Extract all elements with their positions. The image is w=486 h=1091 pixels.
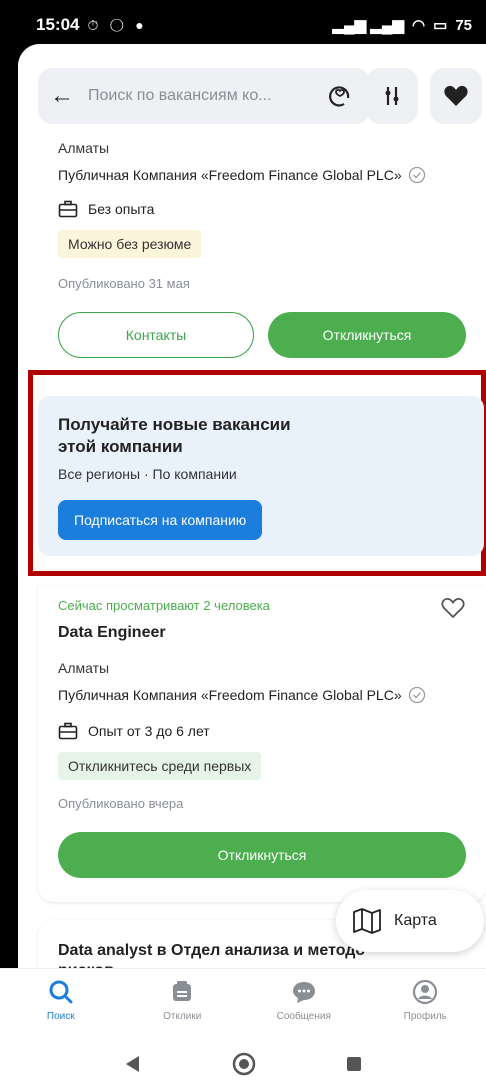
- nav-responses[interactable]: Отклики: [122, 969, 244, 1036]
- search-input[interactable]: Поиск по вакансиям ко...: [88, 87, 322, 105]
- search-bar[interactable]: ← Поиск по вакансиям ко...: [38, 68, 370, 124]
- card2-respond-button[interactable]: Откликнуться: [58, 832, 466, 878]
- card2-experience: Опыт от 3 до 6 лет: [58, 722, 210, 740]
- responses-icon: [173, 981, 192, 1001]
- filter-icon: [385, 87, 399, 105]
- subscribe-button[interactable]: Подписаться на компанию: [58, 500, 263, 540]
- card2-city: Алматы: [58, 660, 110, 676]
- messages-icon: [292, 982, 315, 1003]
- viewing-count: Сейчас просматривают 2 человека: [58, 598, 270, 613]
- battery-level: 75: [455, 16, 472, 34]
- favorite-heart-icon[interactable]: [440, 596, 466, 625]
- status-time: 15:04: [36, 15, 80, 34]
- bottom-nav: Поиск Отклики Сообщения Профиль: [0, 968, 486, 1036]
- nav-profile-label: Профиль: [403, 1011, 447, 1022]
- card1-city: Алматы: [58, 140, 110, 156]
- search-icon: [49, 980, 73, 1004]
- card2-company-name: Публичная Компания «Freedom Finance Glob…: [58, 687, 402, 703]
- subscribe-promo: Получайте новые вакансии этой компании В…: [38, 396, 484, 556]
- nav-profile[interactable]: Профиль: [365, 969, 486, 1036]
- promo-subtitle: Все регионы · По компании: [58, 466, 237, 482]
- briefcase-icon: [58, 200, 78, 218]
- back-arrow-icon[interactable]: ←: [50, 82, 80, 110]
- system-back-icon[interactable]: [123, 1054, 143, 1074]
- top-bar: ← Поиск по вакансиям ко...: [18, 44, 486, 136]
- card2-title[interactable]: Data Engineer: [58, 624, 166, 642]
- briefcase-icon: [58, 722, 78, 740]
- card1-experience-text: Без опыта: [88, 201, 155, 217]
- profile-icon: [413, 979, 438, 1005]
- system-recents-icon[interactable]: [345, 1055, 363, 1073]
- map-button[interactable]: Карта: [336, 890, 484, 952]
- card2-published: Опубликовано вчера: [58, 796, 184, 811]
- card1-experience: Без опыта: [58, 200, 154, 218]
- card1-respond-button[interactable]: Откликнуться: [268, 312, 466, 358]
- card3-title-line1[interactable]: Data analyst в Отдел анализа и методо: [58, 942, 365, 960]
- system-home-icon[interactable]: [231, 1051, 257, 1077]
- wifi-icon: ◠: [412, 17, 426, 34]
- promo-title: Получайте новые вакансии этой компании: [58, 414, 291, 458]
- save-search-icon[interactable]: [322, 78, 358, 114]
- promo-title-line2: этой компании: [58, 437, 183, 456]
- vacancy-card-2[interactable]: Сейчас просматривают 2 человека Data Eng…: [38, 586, 486, 902]
- verified-icon: [408, 166, 425, 184]
- vacancy-card-1[interactable]: Алматы Публичная Компания «Freedom Finan…: [38, 134, 486, 364]
- verified-icon: [408, 686, 425, 704]
- nav-messages[interactable]: Сообщения: [243, 969, 365, 1036]
- nav-messages-label: Сообщения: [276, 1011, 331, 1022]
- status-right: ▂▄▆ ▂▄▆ ◠ ▭ 75: [332, 16, 472, 35]
- battery-icon: ▭: [433, 17, 448, 34]
- card1-company-name: Публичная Компания «Freedom Finance Glob…: [58, 167, 402, 183]
- card2-tag: Откликнитесь среди первых: [58, 752, 262, 780]
- nav-search-label: Поиск: [46, 1011, 75, 1022]
- map-icon: [353, 908, 381, 934]
- heart-icon: [444, 85, 468, 106]
- nav-responses-label: Отклики: [163, 1011, 202, 1022]
- card1-company[interactable]: Публичная Компания «Freedom Finance Glob…: [58, 166, 426, 184]
- card1-tag: Можно без резюме: [58, 230, 202, 258]
- promo-title-line1: Получайте новые вакансии: [58, 415, 291, 434]
- nav-search[interactable]: Поиск: [0, 969, 122, 1036]
- card2-experience-text: Опыт от 3 до 6 лет: [88, 723, 210, 739]
- filter-button[interactable]: [366, 68, 418, 124]
- notification-icons: ⏱ ◯ ●: [87, 16, 148, 33]
- favorites-button[interactable]: [430, 68, 482, 124]
- card2-company[interactable]: Публичная Компания «Freedom Finance Glob…: [58, 686, 426, 704]
- signal-icon: ▂▄▆ ▂▄▆: [332, 17, 405, 34]
- contacts-button[interactable]: Контакты: [58, 312, 254, 358]
- map-label: Карта: [394, 912, 437, 929]
- system-nav-bar: [0, 1036, 486, 1091]
- status-bar: 15:04 ⏱ ◯ ● ▂▄▆ ▂▄▆ ◠ ▭ 75: [0, 0, 486, 50]
- card1-published: Опубликовано 31 мая: [58, 276, 190, 291]
